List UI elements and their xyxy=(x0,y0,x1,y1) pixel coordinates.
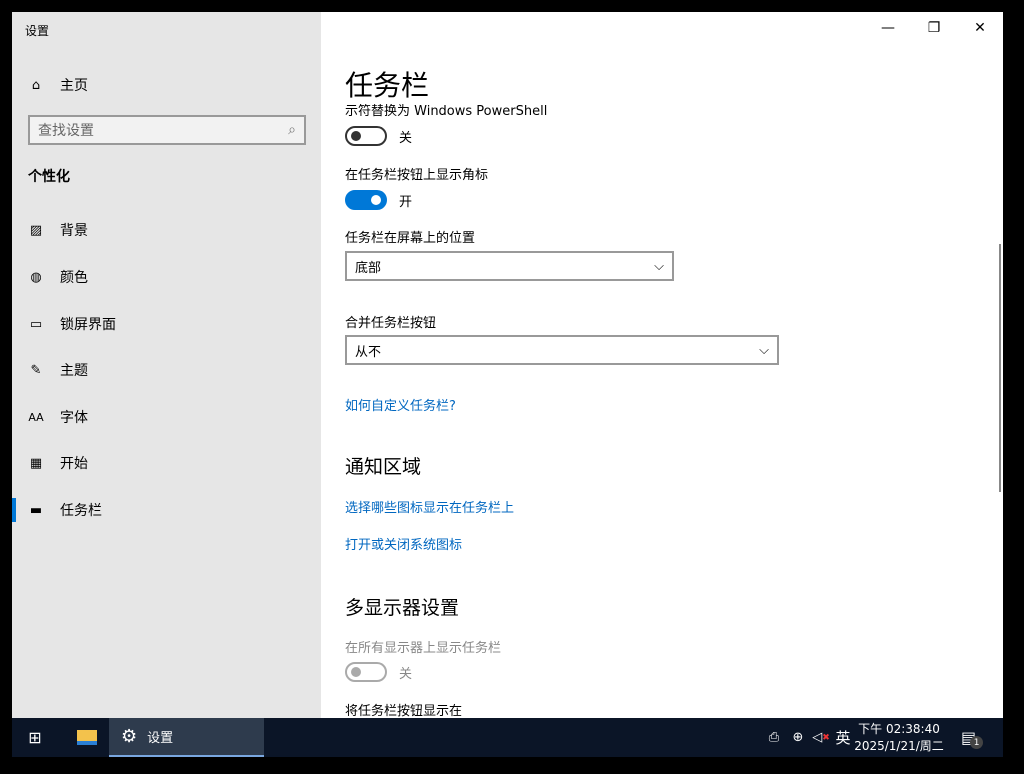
app-label: 设置 xyxy=(147,731,174,746)
dropdown-value: 从不 xyxy=(355,344,382,360)
windows-icon: ⊞ xyxy=(28,728,42,747)
window-title: 设置 xyxy=(25,24,50,38)
sidebar-item-label: 主题 xyxy=(60,363,88,379)
clock[interactable]: 下午 02:38:40 2025/1/21/周二 xyxy=(854,718,944,757)
font-icon: AA xyxy=(28,410,44,424)
chevron-down-icon: ⌵ xyxy=(759,342,769,358)
time: 下午 02:38:40 xyxy=(858,721,940,736)
sidebar-item-lockscreen[interactable]: ▭ 锁屏界面 xyxy=(12,304,321,344)
position-dropdown[interactable]: 底部 ⌵ xyxy=(345,251,674,281)
start-button[interactable]: ⊞ xyxy=(12,718,58,757)
notify-heading: 通知区域 xyxy=(345,456,422,478)
ime-indicator[interactable]: 英 xyxy=(832,718,854,757)
date: 2025/1/21/周二 xyxy=(854,738,944,753)
lock-screen-icon: ▭ xyxy=(29,316,43,332)
sidebar-item-colors[interactable]: ◍ 颜色 xyxy=(12,257,321,297)
scrollbar[interactable] xyxy=(999,244,1001,492)
powershell-toggle[interactable]: 关 xyxy=(345,126,412,146)
taskbar: ⊞ ⚙ 设置 ⎙ ⊕ ◁ ✖ 英 下午 02:38:40 2025/1/21/周二 ▤… xyxy=(12,718,1003,757)
badges-label: 在任务栏按钮上显示角标 xyxy=(345,168,489,183)
multi-show-toggle: 关 xyxy=(345,662,412,682)
sidebar-home[interactable]: ⌂ 主页 xyxy=(28,75,88,95)
sidebar-item-label: 字体 xyxy=(60,410,88,426)
minimize-button[interactable]: — xyxy=(865,12,911,44)
sidebar-item-background[interactable]: ▨ 背景 xyxy=(12,210,321,250)
multi-display-heading: 多显示器设置 xyxy=(345,597,460,619)
theme-icon: ✎ xyxy=(30,362,42,378)
sidebar-item-label: 开始 xyxy=(60,456,88,472)
sidebar-item-label: 任务栏 xyxy=(60,503,102,519)
multi-buttons-label: 将任务栏按钮显示在 xyxy=(345,704,463,718)
maximize-button[interactable]: ❐ xyxy=(911,12,957,44)
home-label: 主页 xyxy=(60,78,88,94)
notification-badge: 1 xyxy=(970,736,984,749)
gear-icon: ⚙ xyxy=(121,726,138,747)
network-icon[interactable]: ⊕ xyxy=(787,718,809,757)
sidebar-item-taskbar[interactable]: ▬ 任务栏 xyxy=(12,490,321,530)
page-title: 任务栏 xyxy=(345,64,945,104)
badges-toggle[interactable]: 开 xyxy=(345,190,412,210)
chevron-down-icon: ⌵ xyxy=(654,258,664,274)
search-icon: ⌕ xyxy=(288,122,296,138)
customize-link[interactable]: 如何自定义任务栏? xyxy=(345,395,456,414)
folder-icon xyxy=(77,730,97,745)
home-icon: ⌂ xyxy=(31,77,41,93)
search-placeholder: 查找设置 xyxy=(38,123,94,139)
position-label: 任务栏在屏幕上的位置 xyxy=(345,231,476,246)
notification-center-button[interactable]: ▤ 1 xyxy=(957,718,987,757)
combine-dropdown[interactable]: 从不 ⌵ xyxy=(345,335,779,365)
file-explorer-button[interactable] xyxy=(64,718,110,757)
sidebar-item-start[interactable]: ▦ 开始 xyxy=(12,443,321,483)
palette-icon: ◍ xyxy=(30,269,42,285)
volume-muted-icon[interactable]: ◁ ✖ xyxy=(811,718,831,757)
settings-window: 设置 ⌂ 主页 查找设置 ⌕ 个性化 ▨ 背景 ◍ 颜色 ▭ 锁屏界面 ✎ 主题 AA 字体 … xyxy=(12,12,1003,718)
multi-show-label: 在所有显示器上显示任务栏 xyxy=(345,641,502,656)
start-icon: ▦ xyxy=(29,455,43,471)
image-icon: ▨ xyxy=(29,222,43,238)
sidebar-item-label: 锁屏界面 xyxy=(60,317,116,333)
search-input[interactable]: 查找设置 ⌕ xyxy=(28,115,306,145)
toggle-state: 关 xyxy=(399,130,413,146)
sidebar-item-label: 背景 xyxy=(60,223,88,239)
system-icons-link[interactable]: 打开或关闭系统图标 xyxy=(345,534,462,553)
section-title: 个性化 xyxy=(28,169,70,185)
select-icons-link[interactable]: 选择哪些图标显示在任务栏上 xyxy=(345,497,514,516)
combine-label: 合并任务栏按钮 xyxy=(345,316,437,331)
usb-icon[interactable]: ⎙ xyxy=(764,718,784,757)
dropdown-value: 底部 xyxy=(355,260,382,276)
taskbar-app-settings[interactable]: ⚙ 设置 xyxy=(109,718,264,757)
sidebar-item-themes[interactable]: ✎ 主题 xyxy=(12,350,321,390)
toggle-state: 开 xyxy=(399,194,413,210)
sidebar-item-fonts[interactable]: AA 字体 xyxy=(12,397,321,437)
toggle-state: 关 xyxy=(399,666,413,682)
main-pane: — ❐ ✕ 任务栏 示符替换为 Windows PowerShell 关 在任务… xyxy=(321,12,1003,718)
close-button[interactable]: ✕ xyxy=(957,12,1003,44)
taskbar-icon: ▬ xyxy=(29,502,43,518)
sidebar: 设置 ⌂ 主页 查找设置 ⌕ 个性化 ▨ 背景 ◍ 颜色 ▭ 锁屏界面 ✎ 主题 AA 字体 … xyxy=(12,12,321,718)
sidebar-item-label: 颜色 xyxy=(60,270,88,286)
